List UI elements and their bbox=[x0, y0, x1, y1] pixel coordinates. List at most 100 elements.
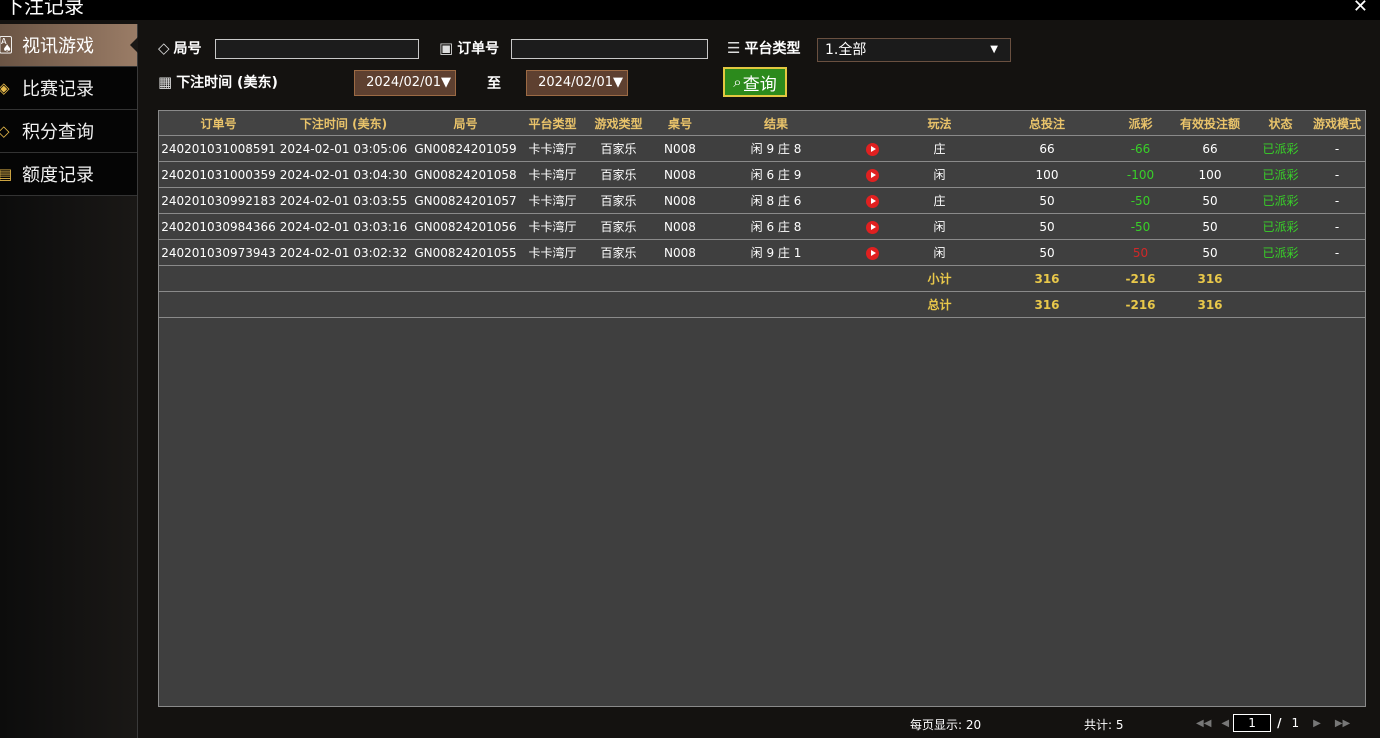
bet-cell: 50 bbox=[981, 239, 1113, 266]
clipboard-icon: ▣ bbox=[439, 39, 454, 57]
time-cell: 2024-02-01 03:05:06 bbox=[278, 135, 409, 162]
status-cell: 已派彩 bbox=[1252, 135, 1309, 162]
table-row: 240201030973943 2024-02-01 03:02:32 GN00… bbox=[159, 239, 1365, 266]
order-label: 订单号 bbox=[457, 41, 500, 57]
mode-cell: - bbox=[1309, 187, 1365, 214]
platform-cell: 卡卡湾厅 bbox=[522, 187, 583, 214]
column-header: 玩法 bbox=[898, 111, 981, 136]
time-filter: ▦ 下注时间 (美东) bbox=[158, 72, 278, 92]
platform-selected: 1.全部 bbox=[825, 42, 867, 58]
column-header: 游戏模式 bbox=[1309, 111, 1365, 136]
platform-cell: 卡卡湾厅 bbox=[522, 161, 583, 188]
time-cell: 2024-02-01 03:02:32 bbox=[278, 239, 409, 266]
round-cell: GN00824201055 bbox=[409, 239, 522, 266]
round-cell: GN00824201057 bbox=[409, 187, 522, 214]
bet-cell: 50 bbox=[981, 187, 1113, 214]
round-cell: GN00824201056 bbox=[409, 213, 522, 240]
subtotal-valid: 316 bbox=[1168, 265, 1252, 292]
column-header: 结果 bbox=[706, 111, 846, 136]
table-no-cell: N008 bbox=[654, 239, 706, 266]
valid-bet-cell: 66 bbox=[1168, 135, 1252, 162]
column-header bbox=[846, 111, 898, 136]
column-header: 总投注 bbox=[981, 111, 1113, 136]
total-label: 总计 bbox=[898, 291, 981, 318]
sidebar: 🂡 视讯游戏 ◈ 比赛记录 ◇ 积分查询 ▤ 额度记录 bbox=[0, 24, 138, 738]
subtotal-bet: 316 bbox=[981, 265, 1113, 292]
pagination-bar: 每页显示: 20 共计: 5 ◀◀ ◀ 1 / 1 ▶ ▶▶ bbox=[138, 714, 1380, 736]
column-header: 有效投注额 bbox=[1168, 111, 1252, 136]
chevron-down-icon: ▼ bbox=[990, 44, 998, 55]
replay-cell bbox=[846, 213, 898, 240]
replay-cell bbox=[846, 239, 898, 266]
table-header-row: 订单号 下注时间 (美东) 局号 平台类型 游戏类型 桌号 结果 玩法 总投注 … bbox=[159, 111, 1365, 136]
window-title: 下注记录 bbox=[4, 0, 84, 18]
round-cell: GN00824201058 bbox=[409, 161, 522, 188]
status-cell: 已派彩 bbox=[1252, 187, 1309, 214]
order-cell: 240201030992183 bbox=[159, 187, 278, 214]
next-page-icon[interactable]: ▶ bbox=[1313, 718, 1321, 729]
first-page-icon[interactable]: ◀◀ bbox=[1196, 718, 1211, 729]
gem-icon: ◇ bbox=[0, 122, 10, 140]
last-page-icon[interactable]: ▶▶ bbox=[1335, 718, 1350, 729]
play-cell: 庄 bbox=[898, 135, 981, 162]
platform-select[interactable]: 1.全部 ▼ bbox=[817, 38, 1011, 62]
query-button[interactable]: ⌕ 查询 bbox=[723, 67, 787, 97]
list-icon: ☰ bbox=[727, 39, 741, 57]
total-bet: 316 bbox=[981, 291, 1113, 318]
game-cell: 百家乐 bbox=[583, 135, 654, 162]
valid-bet-cell: 50 bbox=[1168, 187, 1252, 214]
pager: ◀◀ ◀ 1 / 1 ▶ ▶▶ bbox=[1196, 714, 1350, 732]
play-video-icon[interactable] bbox=[865, 220, 879, 234]
sidebar-item-points-query[interactable]: ◇ 积分查询 bbox=[0, 110, 137, 153]
column-header: 局号 bbox=[409, 111, 522, 136]
sidebar-item-credit-records[interactable]: ▤ 额度记录 bbox=[0, 153, 137, 196]
replay-cell bbox=[846, 187, 898, 214]
total-payout: -216 bbox=[1113, 291, 1168, 318]
sidebar-item-live-games[interactable]: 🂡 视讯游戏 bbox=[0, 24, 138, 67]
valid-bet-cell: 50 bbox=[1168, 213, 1252, 240]
bet-cell: 100 bbox=[981, 161, 1113, 188]
play-video-icon[interactable] bbox=[865, 168, 879, 182]
payout-cell: -50 bbox=[1113, 213, 1168, 240]
date-to-select[interactable]: 2024/02/01▼ bbox=[526, 70, 628, 96]
sidebar-item-label: 积分查询 bbox=[22, 122, 94, 143]
mode-cell: - bbox=[1309, 135, 1365, 162]
mode-cell: - bbox=[1309, 213, 1365, 240]
active-arrow bbox=[130, 37, 138, 53]
main-panel: ◇ 局号 ▣ 订单号 ☰ 平台类型 1.全部 ▼ ▦ 下注时间 (美东) 202… bbox=[138, 24, 1380, 738]
column-header: 游戏类型 bbox=[583, 111, 654, 136]
play-video-icon[interactable] bbox=[865, 142, 879, 156]
total-pages: 1 bbox=[1291, 716, 1300, 730]
game-cell: 百家乐 bbox=[583, 161, 654, 188]
page-number-input[interactable]: 1 bbox=[1233, 714, 1272, 732]
play-cell: 闲 bbox=[898, 213, 981, 240]
play-video-icon[interactable] bbox=[865, 194, 879, 208]
page-separator: / bbox=[1277, 716, 1282, 730]
play-video-icon[interactable] bbox=[865, 246, 879, 260]
to-label: 至 bbox=[487, 76, 501, 92]
payout-cell: -100 bbox=[1113, 161, 1168, 188]
round-input[interactable] bbox=[215, 39, 419, 59]
table-no-cell: N008 bbox=[654, 135, 706, 162]
close-icon[interactable]: ✕ bbox=[1353, 0, 1368, 17]
time-cell: 2024-02-01 03:03:55 bbox=[278, 187, 409, 214]
column-header: 订单号 bbox=[159, 111, 278, 136]
column-header: 下注时间 (美东) bbox=[278, 111, 409, 136]
mode-cell: - bbox=[1309, 239, 1365, 266]
order-input[interactable] bbox=[511, 39, 708, 59]
cards-icon: 🂡 bbox=[0, 36, 14, 54]
payout-cell: 50 bbox=[1113, 239, 1168, 266]
order-filter: ▣ 订单号 bbox=[439, 38, 499, 58]
record-count: 共计: 5 bbox=[1084, 718, 1124, 732]
status-cell: 已派彩 bbox=[1252, 213, 1309, 240]
table-row: 240201030984366 2024-02-01 03:03:16 GN00… bbox=[159, 213, 1365, 240]
sidebar-item-match-records[interactable]: ◈ 比赛记录 bbox=[0, 67, 137, 110]
prev-page-icon[interactable]: ◀ bbox=[1221, 718, 1229, 729]
calendar-icon: ▦ bbox=[158, 73, 173, 91]
order-cell: 240201031000359 bbox=[159, 161, 278, 188]
order-cell: 240201030984366 bbox=[159, 213, 278, 240]
order-cell: 240201031008591 bbox=[159, 135, 278, 162]
date-from-select[interactable]: 2024/02/01▼ bbox=[354, 70, 456, 96]
sidebar-item-label: 额度记录 bbox=[22, 165, 94, 186]
result-cell: 闲 8 庄 6 bbox=[706, 187, 846, 214]
